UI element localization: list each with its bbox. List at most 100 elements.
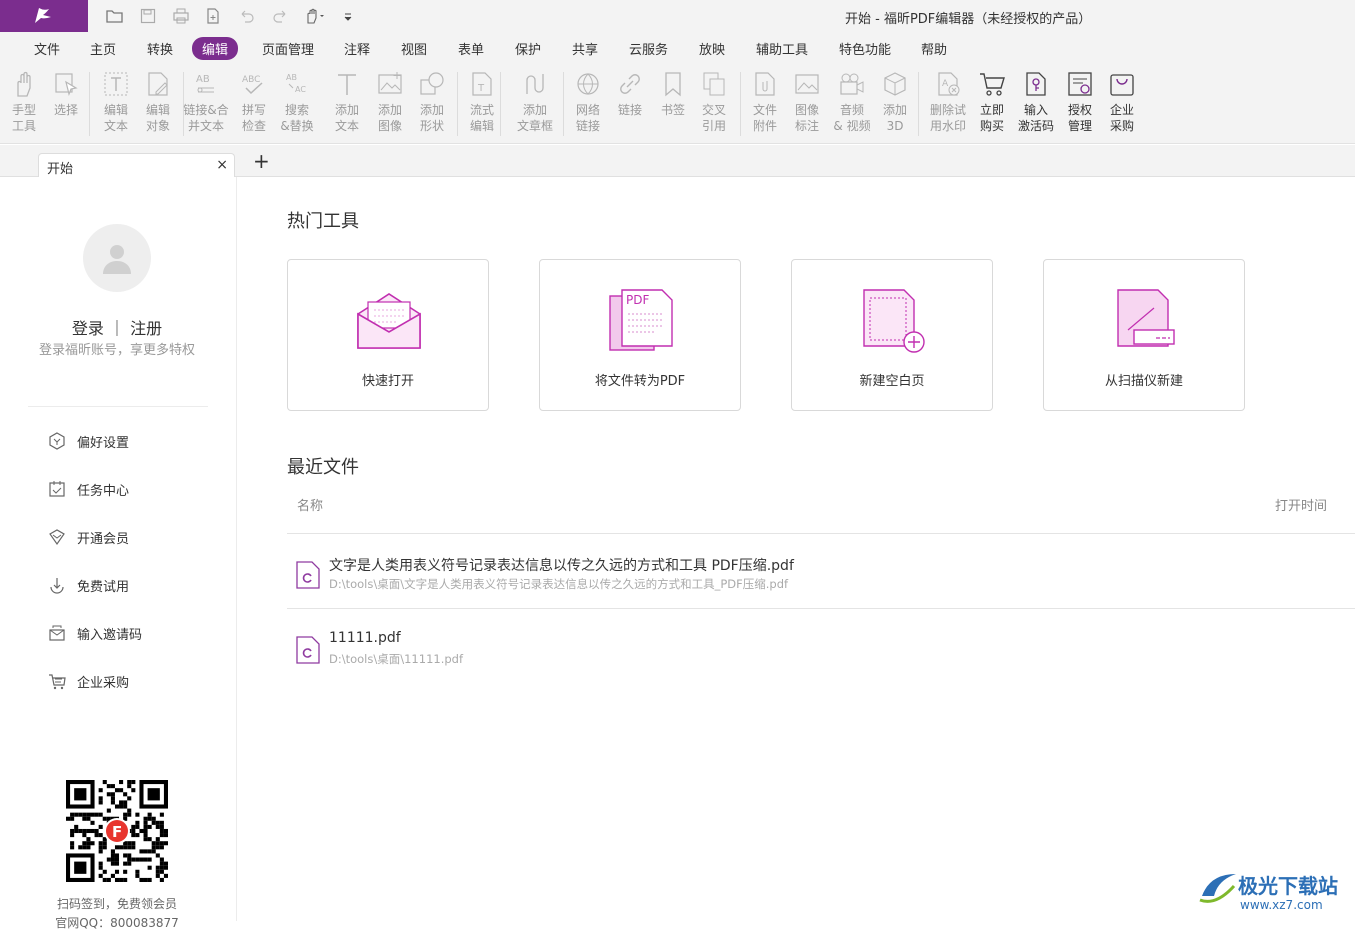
login-register-link[interactable]: 登录 ｜ 注册	[0, 315, 234, 339]
column-name-header[interactable]: 名称	[297, 495, 323, 514]
sidebar-item-enterprise-purchase[interactable]: 企业采购	[48, 669, 208, 693]
sidebar-item-task-center[interactable]: 任务中心	[48, 477, 208, 501]
open-folder-icon[interactable]	[105, 6, 125, 26]
remove-watermark-icon: A	[938, 72, 960, 96]
sidebar-item-free-trial[interactable]: 免费试用	[48, 573, 208, 597]
ribbon-button-spell-check[interactable]: ABC 拼写 检查	[231, 70, 277, 134]
document-tab-bar: 开始 × +	[0, 145, 1355, 177]
ribbon-button-label: 搜索 &替换	[280, 103, 314, 133]
redo-icon[interactable]	[270, 6, 290, 26]
svg-text:A: A	[942, 79, 949, 89]
card-label: 新建空白页	[859, 374, 925, 389]
menu-item[interactable]: 辅助工具	[756, 39, 808, 58]
new-blank-page-card[interactable]: 新建空白页	[791, 259, 993, 411]
ribbon-button-search-replace[interactable]: AB AC 搜索 &替换	[274, 70, 320, 134]
menu-item[interactable]: 帮助	[921, 39, 947, 58]
sidebar-divider	[28, 406, 208, 407]
open-envelope-icon	[357, 293, 421, 349]
site-watermark: 极光下载站 www.xz7.com	[1196, 866, 1346, 916]
ribbon-button-hand[interactable]: 手型 工具	[1, 70, 47, 134]
ribbon-button-label: 流式 编辑	[469, 103, 494, 133]
ribbon-button-article-box[interactable]: 添加 文章框	[512, 70, 558, 134]
customize-toolbar-icon[interactable]	[338, 6, 358, 26]
convert-to-pdf-card[interactable]: PDF 将文件转为PDF	[539, 259, 741, 411]
file-name: 文字是人类用表义符号记录表达信息以传之久远的方式和工具 PDF压缩.pdf	[329, 558, 794, 574]
menu-item[interactable]: 视图	[401, 39, 427, 58]
ribbon-button-edit-text[interactable]: 编辑 文本	[93, 70, 139, 134]
link-merge-text-icon: AB	[196, 74, 214, 93]
menu-item[interactable]: 共享	[572, 39, 598, 58]
menu-bar: 文件 主页 转换 编辑 页面管理 注释 视图 表单 保护 共享 云服务 放映 辅助工具 特色功能 帮助	[0, 32, 1355, 64]
ribbon-button-bookmark[interactable]: 书签	[650, 70, 696, 118]
ribbon-button-label: 文件 附件	[752, 103, 777, 133]
menu-item[interactable]: 编辑	[192, 37, 239, 60]
menu-item[interactable]: 转换	[147, 39, 173, 58]
add-tab-icon[interactable]: +	[253, 149, 270, 173]
sidebar-item-label: 开通会员	[77, 531, 130, 547]
ribbon-button-edit-object[interactable]: 编辑 对象	[135, 70, 181, 134]
ribbon-button-link[interactable]: 链接	[607, 70, 653, 118]
ribbon-button-label: 立即 购买	[979, 103, 1004, 133]
column-open-time-header[interactable]: 打开时间	[1275, 495, 1327, 514]
ribbon-button-label: 拼写 检查	[241, 103, 266, 133]
sidebar-item-label: 企业采购	[77, 675, 130, 691]
menu-item[interactable]: 文件	[34, 39, 60, 58]
tab-start[interactable]: 开始 ×	[38, 153, 235, 177]
menu-item[interactable]: 云服务	[629, 39, 668, 58]
ribbon-button-add-3d[interactable]: 添加 3D	[872, 70, 918, 134]
ribbon-button-add-text[interactable]: 添加 文本	[324, 70, 370, 134]
ribbon-button-image-annotation[interactable]: 图像 标注	[784, 70, 830, 134]
ribbon-button-cart[interactable]: 立即 购买	[969, 70, 1015, 134]
scanner-icon	[1117, 289, 1175, 347]
sidebar-item-invite-code[interactable]: 输入邀请码	[48, 621, 208, 645]
menu-item[interactable]: 放映	[699, 39, 725, 58]
avatar[interactable]	[83, 224, 151, 292]
card-label: 从扫描仪新建	[1104, 374, 1183, 389]
close-tab-icon[interactable]: ×	[216, 157, 228, 173]
print-icon[interactable]	[171, 6, 191, 26]
qr-code-icon: F	[66, 780, 168, 882]
ribbon-button-activation-code[interactable]: 输入 激活码	[1013, 70, 1059, 134]
quick-open-card[interactable]: 快速打开	[287, 259, 489, 411]
ribbon-button-add-shape[interactable]: 添加 形状	[409, 70, 455, 134]
ribbon-button-flow-edit[interactable]: T 流式 编辑	[459, 70, 505, 134]
header-divider	[287, 533, 1355, 534]
ribbon-button-select-arrow[interactable]: 选择	[43, 70, 89, 118]
recent-file-row[interactable]: 11111.pdf D:\tools\桌面\11111.pdf	[287, 622, 1355, 682]
app-logo[interactable]	[0, 0, 88, 32]
menu-item[interactable]: 注释	[344, 39, 370, 58]
ribbon-button-audio-video[interactable]: 音频 & 视频	[829, 70, 875, 134]
ribbon-separator	[89, 72, 90, 136]
save-icon[interactable]	[138, 6, 158, 26]
ribbon-button-license-manage[interactable]: 授权 管理	[1057, 70, 1103, 134]
ribbon-button-cross-reference[interactable]: 交叉 引用	[691, 70, 737, 134]
hand-tool-quick-icon[interactable]	[302, 6, 328, 26]
svg-text:AB: AB	[286, 73, 297, 82]
undo-icon[interactable]	[237, 6, 257, 26]
ribbon-button-enterprise-bag[interactable]: 企业 采购	[1099, 70, 1145, 134]
watermark-title: 极光下载站	[1238, 874, 1338, 898]
ribbon-button-link-merge-text[interactable]: AB 链接&合 并文本	[183, 70, 229, 134]
ribbon-button-web-link[interactable]: 网络 链接	[565, 70, 611, 134]
sidebar-item-membership[interactable]: 开通会员	[48, 525, 208, 549]
sidebar-item-label: 偏好设置	[77, 435, 130, 451]
enterprise-bag-icon	[1110, 74, 1134, 96]
new-from-scanner-card[interactable]: 从扫描仪新建	[1043, 259, 1245, 411]
menu-item[interactable]: 保护	[515, 39, 541, 58]
select-arrow-icon	[55, 73, 78, 96]
menu-item[interactable]: 表单	[458, 39, 484, 58]
menu-item[interactable]: 主页	[90, 39, 116, 58]
ribbon-button-add-image[interactable]: 添加 图像	[367, 70, 413, 134]
edit-text-icon	[104, 72, 128, 96]
ribbon-separator	[740, 72, 741, 136]
sidebar-item-preferences[interactable]: 偏好设置	[48, 429, 208, 453]
recent-file-row[interactable]: 文字是人类用表义符号记录表达信息以传之久远的方式和工具 PDF压缩.pdf D:…	[287, 547, 1355, 607]
new-document-icon[interactable]	[203, 6, 223, 26]
card-label: 将文件转为PDF	[594, 374, 686, 389]
menu-item[interactable]: 特色功能	[839, 39, 891, 58]
ribbon-button-remove-watermark[interactable]: A 删除试 用水印	[925, 70, 971, 134]
ribbon-button-file-attachment[interactable]: 文件 附件	[742, 70, 788, 134]
ribbon-button-label: 交叉 引用	[701, 103, 726, 133]
menu-item[interactable]: 页面管理	[262, 39, 314, 58]
sidebar-item-label: 免费试用	[77, 579, 130, 595]
